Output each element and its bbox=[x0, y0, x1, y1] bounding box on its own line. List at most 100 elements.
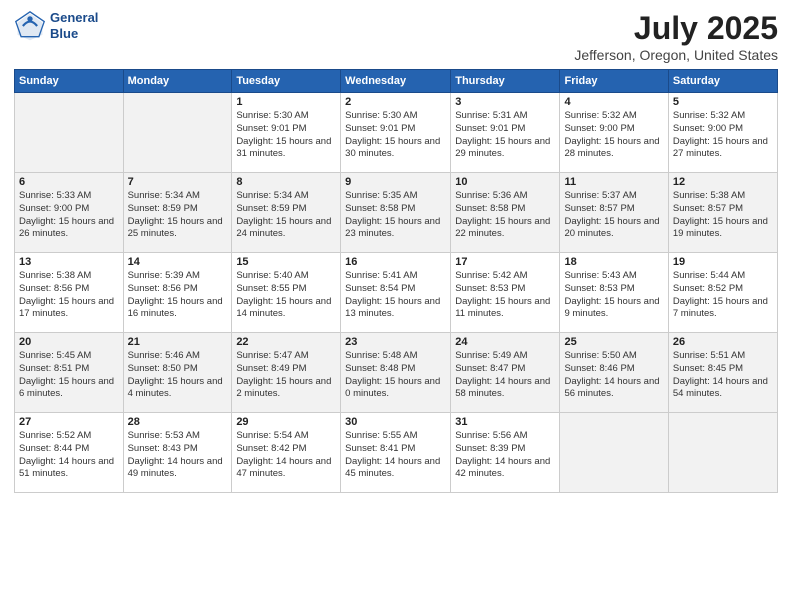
calendar-cell bbox=[560, 413, 668, 493]
logo: General Blue bbox=[14, 10, 98, 42]
calendar-cell: 2 Sunrise: 5:30 AM Sunset: 9:01 PM Daylig… bbox=[341, 93, 451, 173]
col-header-sunday: Sunday bbox=[15, 70, 124, 93]
day-number: 12 bbox=[673, 176, 773, 188]
day-number: 11 bbox=[564, 176, 663, 188]
day-detail: Sunrise: 5:41 AM Sunset: 8:54 PM Dayligh… bbox=[345, 270, 446, 321]
day-number: 25 bbox=[564, 336, 663, 348]
day-number: 9 bbox=[345, 176, 446, 188]
col-header-friday: Friday bbox=[560, 70, 668, 93]
day-detail: Sunrise: 5:38 AM Sunset: 8:57 PM Dayligh… bbox=[673, 190, 773, 241]
calendar-cell: 11 Sunrise: 5:37 AM Sunset: 8:57 PM Dayli… bbox=[560, 173, 668, 253]
calendar-cell: 20 Sunrise: 5:45 AM Sunset: 8:51 PM Dayli… bbox=[15, 333, 124, 413]
col-header-tuesday: Tuesday bbox=[232, 70, 341, 93]
calendar-body: 1 Sunrise: 5:30 AM Sunset: 9:01 PM Daylig… bbox=[15, 93, 778, 493]
day-detail: Sunrise: 5:51 AM Sunset: 8:45 PM Dayligh… bbox=[673, 350, 773, 401]
title-block: July 2025 Jefferson, Oregon, United Stat… bbox=[574, 10, 778, 63]
day-detail: Sunrise: 5:39 AM Sunset: 8:56 PM Dayligh… bbox=[128, 270, 228, 321]
calendar-cell: 4Sunrise: 5:32 AM Sunset: 9:00 PM Daylig… bbox=[560, 93, 668, 173]
day-number: 26 bbox=[673, 336, 773, 348]
day-number: 17 bbox=[455, 256, 555, 268]
day-number: 14 bbox=[128, 256, 228, 268]
day-number: 29 bbox=[236, 416, 336, 428]
logo-text: General Blue bbox=[50, 10, 98, 41]
day-detail: Sunrise: 5:56 AM Sunset: 8:39 PM Dayligh… bbox=[455, 430, 555, 481]
calendar-cell: 24 Sunrise: 5:49 AM Sunset: 8:47 PM Dayli… bbox=[451, 333, 560, 413]
calendar-cell: 1 Sunrise: 5:30 AM Sunset: 9:01 PM Daylig… bbox=[232, 93, 341, 173]
day-number: 5 bbox=[673, 96, 773, 108]
day-number: 27 bbox=[19, 416, 119, 428]
day-number: 28 bbox=[128, 416, 228, 428]
day-number: 15 bbox=[236, 256, 336, 268]
calendar-cell bbox=[15, 93, 124, 173]
day-number: 1 bbox=[236, 96, 336, 108]
day-detail: Sunrise: 5:37 AM Sunset: 8:57 PM Dayligh… bbox=[564, 190, 663, 241]
day-detail: Sunrise: 5:55 AM Sunset: 8:41 PM Dayligh… bbox=[345, 430, 446, 481]
calendar-cell: 13 Sunrise: 5:38 AM Sunset: 8:56 PM Dayli… bbox=[15, 253, 124, 333]
day-detail: Sunrise: 5:52 AM Sunset: 8:44 PM Dayligh… bbox=[19, 430, 119, 481]
day-detail: Sunrise: 5:50 AM Sunset: 8:46 PM Dayligh… bbox=[564, 350, 663, 401]
col-header-wednesday: Wednesday bbox=[341, 70, 451, 93]
day-detail: Sunrise: 5:44 AM Sunset: 8:52 PM Dayligh… bbox=[673, 270, 773, 321]
day-number: 18 bbox=[564, 256, 663, 268]
day-number: 8 bbox=[236, 176, 336, 188]
calendar-cell: 8 Sunrise: 5:34 AM Sunset: 8:59 PM Daylig… bbox=[232, 173, 341, 253]
day-detail: Sunrise: 5:34 AM Sunset: 8:59 PM Dayligh… bbox=[128, 190, 228, 241]
day-number: 3 bbox=[455, 96, 555, 108]
day-detail: Sunrise: 5:46 AM Sunset: 8:50 PM Dayligh… bbox=[128, 350, 228, 401]
day-detail: Sunrise: 5:31 AM Sunset: 9:01 PM Dayligh… bbox=[455, 110, 555, 161]
calendar-cell: 21 Sunrise: 5:46 AM Sunset: 8:50 PM Dayli… bbox=[123, 333, 232, 413]
logo-icon bbox=[14, 10, 46, 42]
day-detail: Sunrise: 5:45 AM Sunset: 8:51 PM Dayligh… bbox=[19, 350, 119, 401]
calendar-cell: 16 Sunrise: 5:41 AM Sunset: 8:54 PM Dayli… bbox=[341, 253, 451, 333]
day-number: 21 bbox=[128, 336, 228, 348]
calendar-cell: 12 Sunrise: 5:38 AM Sunset: 8:57 PM Dayli… bbox=[668, 173, 777, 253]
day-number: 13 bbox=[19, 256, 119, 268]
calendar-week-3: 13 Sunrise: 5:38 AM Sunset: 8:56 PM Dayli… bbox=[15, 253, 778, 333]
day-detail: Sunrise: 5:48 AM Sunset: 8:48 PM Dayligh… bbox=[345, 350, 446, 401]
calendar-week-1: 1 Sunrise: 5:30 AM Sunset: 9:01 PM Daylig… bbox=[15, 93, 778, 173]
day-number: 20 bbox=[19, 336, 119, 348]
main-title: July 2025 bbox=[574, 10, 778, 47]
day-detail: Sunrise: 5:32 AM Sunset: 9:00 PM Dayligh… bbox=[564, 110, 663, 161]
header: General Blue July 2025 Jefferson, Oregon… bbox=[14, 10, 778, 63]
day-detail: Sunrise: 5:49 AM Sunset: 8:47 PM Dayligh… bbox=[455, 350, 555, 401]
calendar-cell: 27 Sunrise: 5:52 AM Sunset: 8:44 PM Dayli… bbox=[15, 413, 124, 493]
calendar-cell: 31 Sunrise: 5:56 AM Sunset: 8:39 PM Dayli… bbox=[451, 413, 560, 493]
calendar-cell: 9 Sunrise: 5:35 AM Sunset: 8:58 PM Daylig… bbox=[341, 173, 451, 253]
col-header-saturday: Saturday bbox=[668, 70, 777, 93]
day-number: 16 bbox=[345, 256, 446, 268]
day-detail: Sunrise: 5:32 AM Sunset: 9:00 PM Dayligh… bbox=[673, 110, 773, 161]
day-detail: Sunrise: 5:36 AM Sunset: 8:58 PM Dayligh… bbox=[455, 190, 555, 241]
calendar-cell bbox=[123, 93, 232, 173]
subtitle: Jefferson, Oregon, United States bbox=[574, 47, 778, 63]
day-number: 22 bbox=[236, 336, 336, 348]
day-detail: Sunrise: 5:53 AM Sunset: 8:43 PM Dayligh… bbox=[128, 430, 228, 481]
header-row: SundayMondayTuesdayWednesdayThursdayFrid… bbox=[15, 70, 778, 93]
day-detail: Sunrise: 5:47 AM Sunset: 8:49 PM Dayligh… bbox=[236, 350, 336, 401]
calendar-cell bbox=[668, 413, 777, 493]
day-detail: Sunrise: 5:33 AM Sunset: 9:00 PM Dayligh… bbox=[19, 190, 119, 241]
day-detail: Sunrise: 5:38 AM Sunset: 8:56 PM Dayligh… bbox=[19, 270, 119, 321]
day-detail: Sunrise: 5:42 AM Sunset: 8:53 PM Dayligh… bbox=[455, 270, 555, 321]
calendar-cell: 22 Sunrise: 5:47 AM Sunset: 8:49 PM Dayli… bbox=[232, 333, 341, 413]
day-number: 31 bbox=[455, 416, 555, 428]
day-number: 10 bbox=[455, 176, 555, 188]
day-detail: Sunrise: 5:35 AM Sunset: 8:58 PM Dayligh… bbox=[345, 190, 446, 241]
day-number: 7 bbox=[128, 176, 228, 188]
day-number: 2 bbox=[345, 96, 446, 108]
day-detail: Sunrise: 5:30 AM Sunset: 9:01 PM Dayligh… bbox=[236, 110, 336, 161]
day-detail: Sunrise: 5:34 AM Sunset: 8:59 PM Dayligh… bbox=[236, 190, 336, 241]
day-detail: Sunrise: 5:40 AM Sunset: 8:55 PM Dayligh… bbox=[236, 270, 336, 321]
calendar-cell: 29Sunrise: 5:54 AM Sunset: 8:42 PM Dayli… bbox=[232, 413, 341, 493]
calendar-cell: 14 Sunrise: 5:39 AM Sunset: 8:56 PM Dayli… bbox=[123, 253, 232, 333]
day-detail: Sunrise: 5:30 AM Sunset: 9:01 PM Dayligh… bbox=[345, 110, 446, 161]
calendar-week-5: 27 Sunrise: 5:52 AM Sunset: 8:44 PM Dayli… bbox=[15, 413, 778, 493]
calendar-cell: 26 Sunrise: 5:51 AM Sunset: 8:45 PM Dayli… bbox=[668, 333, 777, 413]
calendar-cell: 28 Sunrise: 5:53 AM Sunset: 8:43 PM Dayli… bbox=[123, 413, 232, 493]
calendar-cell: 5 Sunrise: 5:32 AM Sunset: 9:00 PM Daylig… bbox=[668, 93, 777, 173]
col-header-thursday: Thursday bbox=[451, 70, 560, 93]
calendar-cell: 18Sunrise: 5:43 AM Sunset: 8:53 PM Dayli… bbox=[560, 253, 668, 333]
calendar-header: SundayMondayTuesdayWednesdayThursdayFrid… bbox=[15, 70, 778, 93]
day-number: 24 bbox=[455, 336, 555, 348]
calendar-cell: 19Sunrise: 5:44 AM Sunset: 8:52 PM Dayli… bbox=[668, 253, 777, 333]
